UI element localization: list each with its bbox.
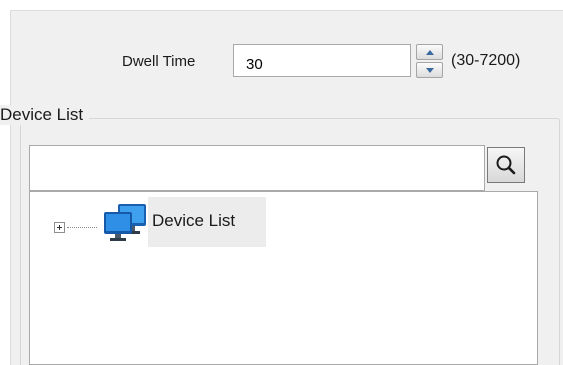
device-search-button[interactable] [487,147,525,183]
spin-up-button[interactable] [416,44,443,60]
tree-item-device-list[interactable]: Device List [152,211,235,231]
monitors-icon [104,204,146,241]
expand-icon[interactable] [54,222,65,233]
device-search-input[interactable] [29,145,485,191]
device-tree[interactable]: Device List [29,191,538,365]
spin-down-button[interactable] [416,62,443,78]
dwell-time-range: (30-7200) [451,52,521,69]
page: Dwell Time (30-7200) Device List [0,0,563,365]
dwell-time-spinner[interactable] [416,44,443,78]
tree-connector [67,227,97,228]
dwell-time-label: Dwell Time [122,53,196,70]
search-icon [496,155,516,175]
device-list-group-title: Device List [0,105,90,125]
dwell-time-input[interactable] [233,44,411,77]
arrow-up-icon [425,49,434,55]
arrow-down-icon [425,67,434,73]
